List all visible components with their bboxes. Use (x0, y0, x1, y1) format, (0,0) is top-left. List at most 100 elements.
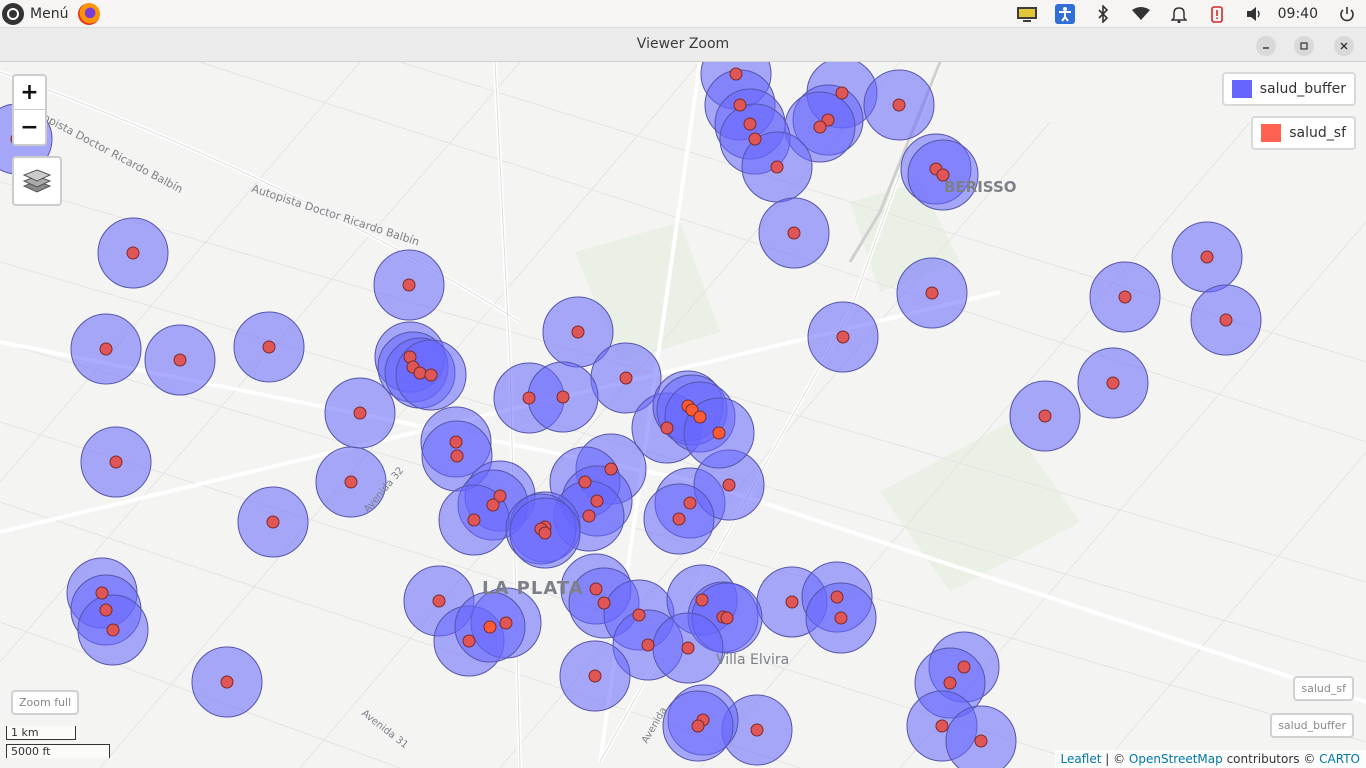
health-facility-point[interactable] (813, 120, 827, 134)
zoom-in-button[interactable]: + (14, 76, 45, 110)
health-facility-point[interactable] (604, 462, 618, 476)
health-facility-point[interactable] (672, 512, 686, 526)
accessibility-icon[interactable] (1046, 0, 1084, 28)
health-facility-point[interactable] (99, 342, 113, 356)
menu-button[interactable]: Menú (0, 0, 68, 28)
highlighted-facility-point[interactable] (712, 426, 726, 440)
health-facility-point[interactable] (836, 330, 850, 344)
health-facility-point[interactable] (109, 455, 123, 469)
health-facility-point[interactable] (770, 160, 784, 174)
display-icon[interactable] (1008, 0, 1046, 28)
health-facility-point[interactable] (681, 641, 695, 655)
power-icon[interactable] (1328, 0, 1366, 28)
window-titlebar: Viewer Zoom (0, 28, 1366, 62)
health-facility-point[interactable] (556, 390, 570, 404)
battery-alert-icon[interactable] (1198, 0, 1236, 28)
health-facility-point[interactable] (935, 719, 949, 733)
layer-toggle-salud-sf[interactable]: salud_sf (1293, 676, 1354, 701)
health-facility-point[interactable] (785, 595, 799, 609)
health-facility-point[interactable] (1200, 250, 1214, 264)
maximize-icon[interactable] (1294, 36, 1314, 56)
health-facility-point[interactable] (266, 515, 280, 529)
health-facility-point[interactable] (722, 478, 736, 492)
health-facility-point[interactable] (95, 586, 109, 600)
health-facility-point[interactable] (571, 325, 585, 339)
health-facility-point[interactable] (449, 435, 463, 449)
health-facility-point[interactable] (353, 406, 367, 420)
health-facility-point[interactable] (834, 611, 848, 625)
layers-control[interactable] (12, 156, 62, 206)
health-facility-point[interactable] (743, 117, 757, 131)
health-facility-point[interactable] (413, 366, 427, 380)
health-facility-point[interactable] (467, 513, 481, 527)
health-facility-point[interactable] (432, 594, 446, 608)
system-tray: 09:40 (1008, 0, 1366, 28)
health-facility-point[interactable] (424, 368, 438, 382)
firefox-icon[interactable] (78, 2, 101, 25)
health-facility-point[interactable] (588, 669, 602, 683)
health-facility-point[interactable] (106, 623, 120, 637)
health-facility-point[interactable] (1106, 376, 1120, 390)
health-facility-point[interactable] (748, 132, 762, 146)
health-facility-point[interactable] (957, 660, 971, 674)
health-facility-point[interactable] (589, 582, 603, 596)
legend-swatch-sf (1261, 124, 1282, 142)
health-facility-point[interactable] (691, 719, 705, 733)
bluetooth-icon[interactable] (1084, 0, 1122, 28)
health-facility-point[interactable] (462, 634, 476, 648)
health-facility-point[interactable] (683, 496, 697, 510)
health-facility-point[interactable] (750, 723, 764, 737)
legend-label: salud_sf (1289, 125, 1346, 141)
health-facility-point[interactable] (522, 391, 536, 405)
legend-swatch-buffer (1231, 80, 1252, 98)
health-facility-point[interactable] (220, 675, 234, 689)
notification-icon[interactable] (1160, 0, 1198, 28)
zoom-full-button[interactable]: Zoom full (11, 690, 80, 715)
carto-link[interactable]: CARTO (1319, 752, 1360, 766)
leaflet-link[interactable]: Leaflet (1061, 752, 1102, 766)
map-view[interactable]: LA PLATA BERISSO Villa Elvira Autopista … (0, 62, 1366, 768)
health-facility-point[interactable] (925, 286, 939, 300)
health-facility-point[interactable] (538, 526, 552, 540)
health-facility-point[interactable] (402, 278, 416, 292)
health-facility-point[interactable] (892, 98, 906, 112)
health-facility-point[interactable] (632, 608, 646, 622)
wifi-icon[interactable] (1122, 0, 1160, 28)
health-facility-point[interactable] (1118, 290, 1132, 304)
health-facility-point[interactable] (499, 616, 513, 630)
volume-icon[interactable] (1236, 0, 1274, 28)
health-facility-point[interactable] (787, 226, 801, 240)
health-facility-point[interactable] (582, 509, 596, 523)
health-facility-point[interactable] (578, 475, 592, 489)
health-facility-point[interactable] (619, 371, 633, 385)
minimize-icon[interactable] (1256, 36, 1276, 56)
health-facility-point[interactable] (597, 596, 611, 610)
health-facility-point[interactable] (126, 246, 140, 260)
highlighted-facility-point[interactable] (483, 620, 497, 634)
health-facility-point[interactable] (733, 98, 747, 112)
zoom-out-button[interactable]: − (14, 110, 45, 144)
health-facility-point[interactable] (720, 611, 734, 625)
close-icon[interactable] (1334, 36, 1354, 56)
layer-toggle-salud-buffer[interactable]: salud_buffer (1270, 713, 1354, 738)
health-facility-point[interactable] (1219, 313, 1233, 327)
health-facility-point[interactable] (486, 498, 500, 512)
health-facility-point[interactable] (173, 353, 187, 367)
health-facility-point[interactable] (830, 590, 844, 604)
health-facility-point[interactable] (1038, 409, 1052, 423)
osm-link[interactable]: OpenStreetMap (1129, 752, 1223, 766)
health-facility-point[interactable] (835, 86, 849, 100)
health-facility-point[interactable] (641, 638, 655, 652)
health-facility-point[interactable] (974, 734, 988, 748)
health-facility-point[interactable] (262, 340, 276, 354)
health-facility-point[interactable] (450, 449, 464, 463)
health-facility-point[interactable] (729, 67, 743, 81)
health-facility-point[interactable] (695, 593, 709, 607)
health-facility-point[interactable] (660, 421, 674, 435)
health-facility-point[interactable] (99, 603, 113, 617)
health-facility-point[interactable] (943, 676, 957, 690)
highlighted-facility-point[interactable] (693, 410, 707, 424)
health-facility-point[interactable] (590, 494, 604, 508)
clock[interactable]: 09:40 (1274, 6, 1328, 22)
health-facility-point[interactable] (344, 475, 358, 489)
